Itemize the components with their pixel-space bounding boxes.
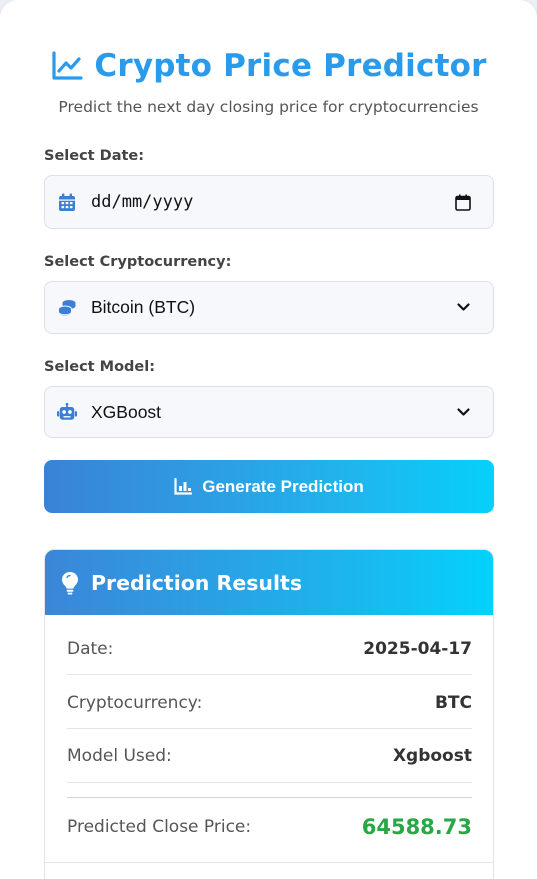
calendar-icon bbox=[57, 192, 77, 212]
divider bbox=[67, 782, 472, 783]
generate-prediction-label: Generate Prediction bbox=[202, 476, 364, 496]
lightbulb-icon bbox=[61, 571, 79, 595]
crypto-selected-value: Bitcoin (BTC) bbox=[91, 297, 196, 317]
date-label: Select Date: bbox=[44, 148, 145, 164]
page-title: Crypto Price Predictor bbox=[94, 48, 487, 84]
result-row-model: Model Used: Xgboost bbox=[67, 746, 472, 766]
crypto-label: Select Cryptocurrency: bbox=[44, 254, 232, 270]
result-row-predicted-price: Predicted Close Price: 64588.73 bbox=[67, 815, 472, 839]
calendar-picker-icon[interactable] bbox=[453, 192, 473, 212]
result-value: Xgboost bbox=[392, 746, 472, 766]
date-input[interactable]: dd/mm/yyyy bbox=[44, 175, 494, 229]
results-panel: Prediction Results Date: 2025-04-17 Cryp… bbox=[44, 549, 494, 879]
date-placeholder: dd/mm/yyyy bbox=[91, 192, 194, 212]
result-row-date: Date: 2025-04-17 bbox=[67, 639, 472, 659]
chevron-down-icon bbox=[453, 402, 473, 422]
result-key: Cryptocurrency: bbox=[67, 693, 203, 713]
crypto-select[interactable]: Bitcoin (BTC) bbox=[44, 281, 494, 334]
chevron-down-icon bbox=[453, 298, 473, 318]
result-key: Date: bbox=[67, 639, 114, 659]
model-select[interactable]: XGBoost bbox=[44, 386, 494, 438]
result-key: Model Used: bbox=[67, 746, 172, 766]
model-label: Select Model: bbox=[44, 359, 156, 375]
generate-prediction-button[interactable]: Generate Prediction bbox=[44, 460, 494, 513]
divider bbox=[67, 728, 472, 729]
divider bbox=[67, 797, 472, 798]
chart-line-icon bbox=[50, 49, 84, 83]
results-title: Prediction Results bbox=[91, 570, 303, 595]
divider bbox=[67, 674, 472, 675]
model-selected-value: XGBoost bbox=[91, 401, 162, 422]
main-card: Crypto Price Predictor Predict the next … bbox=[0, 0, 537, 879]
robot-icon bbox=[57, 402, 77, 422]
results-header: Prediction Results bbox=[45, 550, 493, 615]
divider bbox=[45, 862, 493, 863]
coins-icon bbox=[57, 298, 77, 318]
result-value: 2025-04-17 bbox=[363, 639, 472, 659]
predicted-price-value: 64588.73 bbox=[361, 815, 472, 839]
result-row-crypto: Cryptocurrency: BTC bbox=[67, 693, 472, 713]
page-header: Crypto Price Predictor bbox=[0, 48, 537, 84]
result-value: BTC bbox=[434, 693, 472, 713]
predicted-price-label: Predicted Close Price: bbox=[67, 817, 252, 837]
page-subtitle: Predict the next day closing price for c… bbox=[58, 98, 479, 116]
chart-bar-icon bbox=[174, 478, 193, 495]
